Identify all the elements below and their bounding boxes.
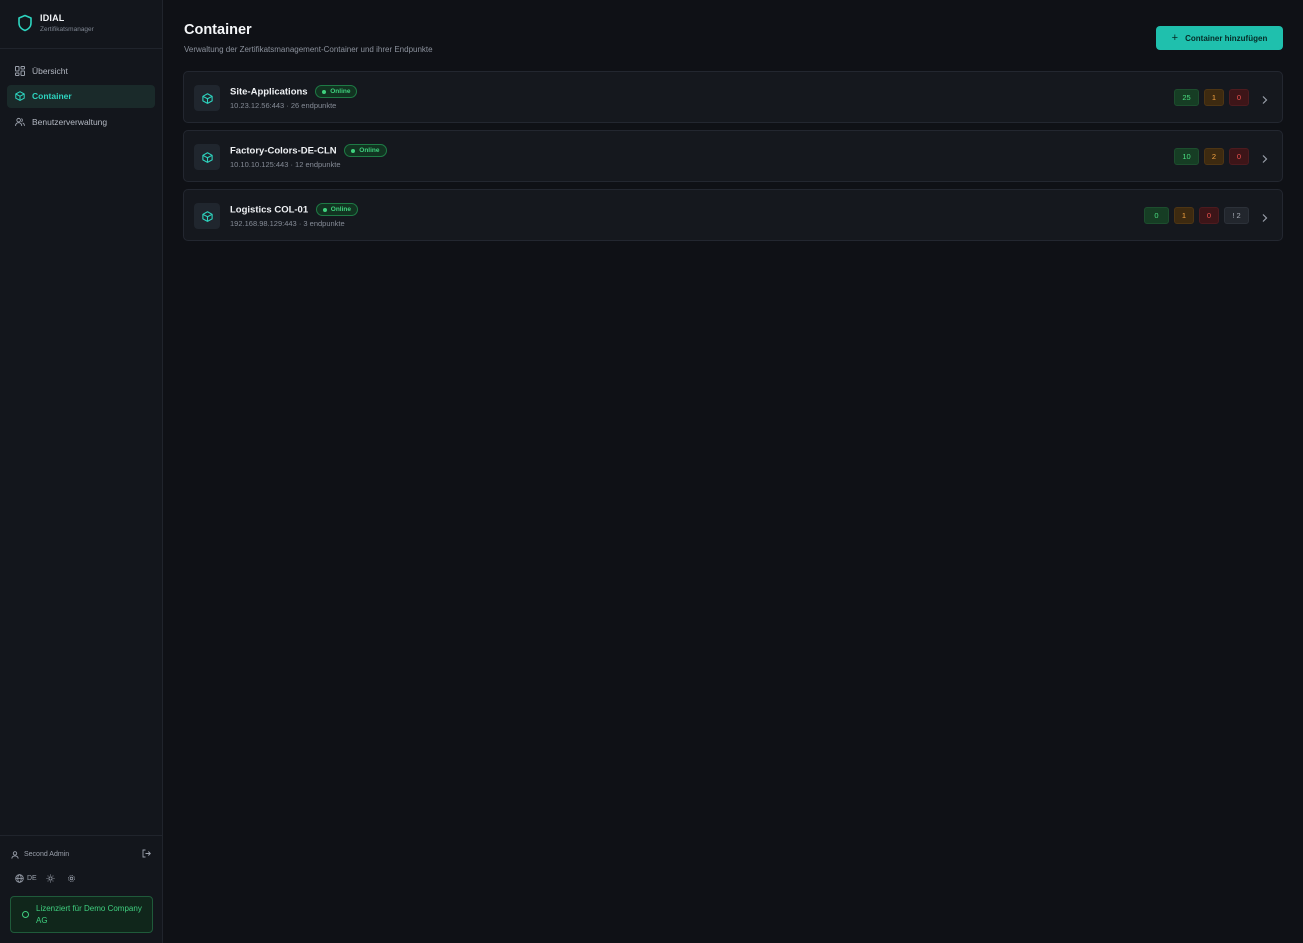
sidebar-item-label: Container	[32, 91, 72, 101]
container-name: Site-Applications Online	[230, 85, 358, 98]
user-name: Second Admin	[24, 851, 70, 858]
sidebar-item-container[interactable]: Container	[7, 84, 155, 108]
count-expired: 0	[1199, 207, 1219, 224]
brand-subtitle: Zertifikatsmanager	[40, 26, 94, 33]
count-warning: 1	[1204, 89, 1224, 106]
sun-icon	[46, 874, 55, 883]
language-label: DE	[27, 875, 37, 882]
sidebar-item-label: Benutzerverwaltung	[32, 116, 108, 127]
settings-button[interactable]	[67, 874, 79, 883]
box-icon	[194, 85, 220, 111]
container-list: Site-Applications Online 10.23.12.56:443…	[183, 71, 1283, 248]
container-name-text: Logistics COL-01	[230, 204, 309, 216]
count-valid: 25	[1174, 89, 1199, 106]
status-text: Online	[330, 206, 351, 213]
box-icon	[15, 91, 25, 101]
container-card[interactable]: Site-Applications Online 10.23.12.56:443…	[183, 71, 1283, 123]
certificate-counts: 0 1 0 ! 2	[1139, 207, 1249, 224]
main-content: Container Verwaltung der Zertifikatsmana…	[164, 0, 1303, 943]
user-icon	[11, 850, 19, 859]
status-badge: Online	[315, 203, 358, 216]
container-meta: 10.23.12.56:443 · 26 endpunkte	[230, 101, 337, 110]
gear-icon	[67, 875, 75, 882]
page-subtitle: Verwaltung der Zertifikatsmanagement-Con…	[184, 45, 433, 54]
sidebar-item-uebersicht[interactable]: Übersicht	[7, 59, 155, 82]
shield-icon	[16, 12, 34, 34]
plus-icon: +	[1171, 32, 1179, 44]
status-text: Online	[359, 147, 380, 154]
chevron-right-icon[interactable]	[1261, 92, 1268, 110]
status-badge: Online	[315, 85, 358, 98]
count-unknown: ! 2	[1224, 207, 1249, 224]
count-expired: 0	[1229, 148, 1249, 165]
user-row: Second Admin	[11, 849, 151, 860]
chevron-right-icon[interactable]	[1261, 151, 1268, 169]
status-text: Online	[330, 88, 351, 95]
count-warning: 2	[1204, 148, 1224, 165]
count-warning: 1	[1174, 207, 1194, 224]
box-icon	[194, 203, 220, 229]
count-expired: 0	[1229, 89, 1249, 106]
sidebar: IDIAL Zertifikatsmanager Übersicht Conta…	[0, 0, 163, 943]
add-container-label: Container hinzufügen	[1185, 33, 1268, 43]
utility-row: DE	[15, 874, 88, 883]
users-icon	[15, 117, 25, 127]
license-badge: Lizenziert für Demo Company AG	[10, 896, 153, 933]
certificate-counts: 10 2 0	[1169, 148, 1249, 165]
add-container-button[interactable]: + Container hinzufügen	[1156, 26, 1283, 50]
divider	[0, 835, 163, 836]
theme-toggle[interactable]	[46, 874, 58, 883]
container-name-text: Factory-Colors-DE-CLN	[230, 145, 337, 157]
container-name-text: Site-Applications	[230, 86, 308, 98]
sidebar-item-benutzerverwaltung[interactable]: Benutzerverwaltung	[7, 110, 155, 133]
license-status-icon	[22, 911, 29, 918]
container-meta: 192.168.98.129:443 · 3 endpunkte	[230, 219, 345, 228]
page-title: Container	[184, 22, 252, 38]
language-switcher[interactable]: DE	[15, 874, 37, 883]
box-icon	[194, 144, 220, 170]
container-meta: 10.10.10.125:443 · 12 endpunkte	[230, 160, 341, 169]
license-text: Lizenziert für Demo Company AG	[36, 903, 142, 925]
chevron-right-icon[interactable]	[1261, 210, 1268, 228]
sidebar-item-label: Übersicht	[32, 65, 68, 76]
container-card[interactable]: Factory-Colors-DE-CLN Online 10.10.10.12…	[183, 130, 1283, 182]
globe-icon	[15, 874, 24, 883]
container-name: Logistics COL-01 Online	[230, 203, 358, 216]
brand[interactable]: IDIAL Zertifikatsmanager	[16, 12, 94, 34]
divider	[0, 48, 163, 49]
grid-icon	[15, 65, 25, 76]
container-name: Factory-Colors-DE-CLN Online	[230, 144, 387, 157]
count-valid: 0	[1144, 207, 1169, 224]
status-badge: Online	[344, 144, 387, 157]
logout-icon[interactable]	[142, 849, 151, 860]
sidebar-nav: Übersicht Container Benutzerverwaltung	[7, 59, 155, 136]
certificate-counts: 25 1 0	[1169, 89, 1249, 106]
count-valid: 10	[1174, 148, 1199, 165]
container-card[interactable]: Logistics COL-01 Online 192.168.98.129:4…	[183, 189, 1283, 241]
brand-name: IDIAL	[40, 13, 65, 23]
